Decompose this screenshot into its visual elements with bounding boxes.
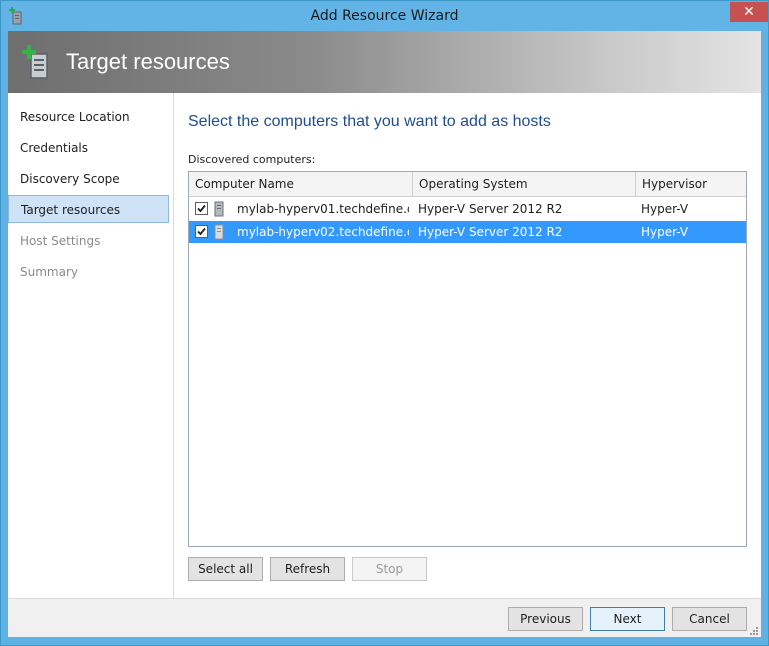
nav-item-host-settings: Host Settings (20, 234, 101, 248)
stop-button: Stop (352, 557, 427, 581)
column-header-computer-name[interactable]: Computer Name (189, 172, 413, 196)
nav-item-summary: Summary (20, 265, 78, 279)
os-cell: Hyper-V Server 2012 R2 (418, 202, 563, 216)
title-bar[interactable]: Add Resource Wizard ✕ (1, 1, 768, 31)
wizard-footer: Previous Next Cancel (8, 598, 761, 637)
checkmark-icon (197, 227, 206, 236)
nav-item-resource-location[interactable]: Resource Location (8, 103, 169, 131)
page-title: Target resources (66, 49, 230, 74)
nav-item-credentials[interactable]: Credentials (8, 134, 169, 162)
window-title: Add Resource Wizard (310, 8, 459, 24)
previous-button[interactable]: Previous (508, 607, 583, 631)
main-panel: Select the computers that you want to ad… (174, 93, 761, 598)
hypervisor-cell: Hyper-V (641, 202, 689, 216)
column-header-operating-system[interactable]: Operating System (413, 172, 636, 196)
close-button[interactable]: ✕ (730, 2, 768, 22)
row-checkbox[interactable] (195, 225, 208, 238)
server-icon (214, 224, 224, 240)
nav-item-discovery-scope[interactable]: Discovery Scope (8, 165, 169, 193)
page-heading: Select the computers that you want to ad… (188, 113, 551, 130)
computers-grid[interactable]: Computer Name Operating System Hyperviso… (188, 171, 747, 547)
column-header-hypervisor[interactable]: Hypervisor (636, 172, 746, 196)
checkmark-icon (197, 204, 206, 213)
wizard-window: Add Resource Wizard ✕ Target resources R… (0, 0, 769, 646)
table-row[interactable]: mylab-hyperv02.techdefine.com Hyper-V Se… (189, 221, 746, 243)
page-banner: Target resources (8, 31, 761, 93)
wizard-nav: Resource Location Credentials Discovery … (8, 93, 174, 598)
select-all-button[interactable]: Select all (188, 557, 263, 581)
cancel-button[interactable]: Cancel (672, 607, 747, 631)
os-cell: Hyper-V Server 2012 R2 (418, 225, 563, 239)
hypervisor-cell: Hyper-V (641, 225, 689, 239)
table-row[interactable]: mylab-hyperv01.techdefine.com Hyper-V Se… (189, 198, 746, 220)
grid-header: Computer Name Operating System Hyperviso… (189, 172, 746, 197)
refresh-button[interactable]: Refresh (270, 557, 345, 581)
nav-item-target-resources[interactable]: Target resources (8, 195, 169, 223)
wizard-client: Target resources Resource Location Crede… (8, 31, 761, 637)
server-icon (214, 201, 224, 217)
row-checkbox[interactable] (195, 202, 208, 215)
discovered-computers-label: Discovered computers: (188, 153, 316, 166)
resize-grip-icon[interactable] (749, 626, 759, 636)
server-add-icon (22, 45, 48, 79)
next-button[interactable]: Next (590, 607, 665, 631)
computer-name-cell: mylab-hyperv01.techdefine.com (237, 202, 409, 216)
computer-name-cell: mylab-hyperv02.techdefine.com (237, 225, 409, 239)
